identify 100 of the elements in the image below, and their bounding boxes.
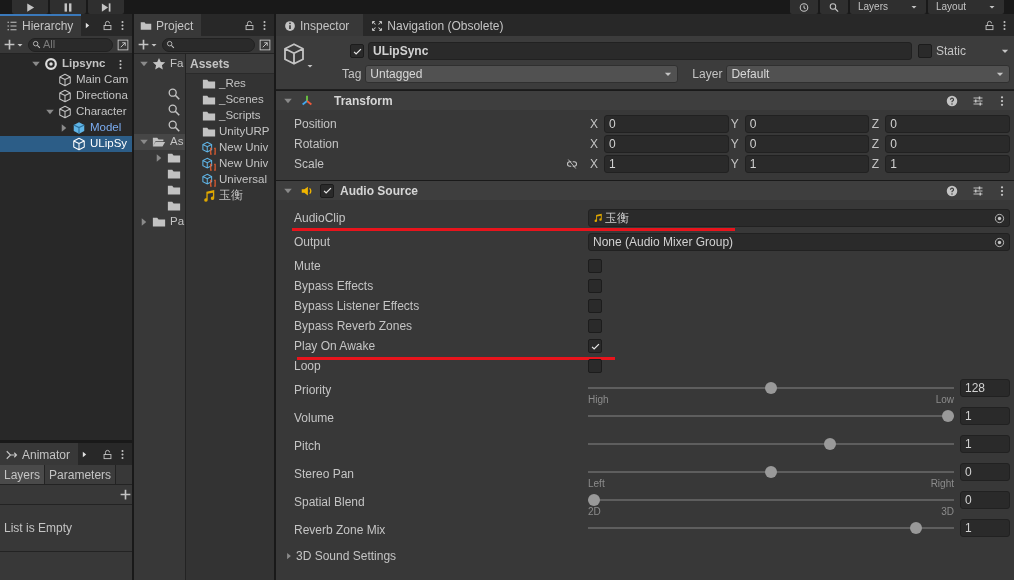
checkbox[interactable] bbox=[588, 259, 602, 273]
add-button[interactable] bbox=[3, 38, 24, 51]
settings-icon[interactable] bbox=[972, 94, 984, 107]
tree-item[interactable]: ULipSy bbox=[0, 136, 132, 152]
tree-item[interactable]: As bbox=[134, 134, 185, 150]
panel-tab[interactable]: Hierarchy bbox=[0, 14, 82, 36]
number-field[interactable]: 0 bbox=[960, 491, 1010, 509]
tab-label: Animator bbox=[22, 447, 71, 464]
layer-label: Layer bbox=[692, 66, 723, 83]
number-field[interactable]: 1 bbox=[960, 519, 1010, 537]
component-header[interactable]: Audio Source bbox=[276, 180, 1014, 200]
object-field[interactable]: None (Audio Mixer Group) bbox=[588, 233, 1010, 251]
layer-dropdown[interactable]: Default bbox=[726, 65, 1010, 83]
number-field[interactable]: 0 bbox=[885, 115, 1010, 133]
expand-icon[interactable] bbox=[117, 38, 129, 51]
history-button[interactable] bbox=[790, 0, 818, 14]
component-header[interactable]: Transform bbox=[276, 90, 1014, 110]
tree-item[interactable]: Model bbox=[0, 120, 132, 136]
slider-thumb[interactable] bbox=[765, 466, 777, 478]
play-button[interactable] bbox=[12, 0, 48, 14]
broken-link-icon[interactable] bbox=[566, 158, 578, 170]
slider-thumb[interactable] bbox=[824, 438, 837, 450]
plus-icon[interactable] bbox=[119, 488, 132, 501]
asset-item[interactable]: New Univ bbox=[186, 140, 274, 156]
number-field[interactable]: 1 bbox=[744, 155, 870, 173]
target-icon[interactable] bbox=[994, 236, 1005, 248]
static-checkbox[interactable] bbox=[918, 44, 932, 58]
target-icon[interactable] bbox=[994, 212, 1005, 224]
search-field[interactable] bbox=[162, 37, 255, 52]
history-icon bbox=[798, 1, 810, 13]
tab[interactable]: Parameters bbox=[45, 465, 117, 484]
number-field[interactable]: 0 bbox=[744, 115, 870, 133]
dropdown[interactable]: Layout bbox=[928, 0, 1004, 14]
number-field[interactable]: 1 bbox=[960, 407, 1010, 425]
axis-label: Z bbox=[870, 156, 880, 173]
lock-icon[interactable] bbox=[102, 448, 113, 460]
checkbox[interactable] bbox=[588, 359, 602, 373]
range-label: Low bbox=[935, 394, 954, 406]
object-field[interactable]: 玉衡 bbox=[588, 209, 1010, 227]
name-field[interactable]: ULipSync bbox=[368, 42, 912, 60]
panel-tab[interactable]: Inspector bbox=[276, 14, 364, 36]
object-icon[interactable] bbox=[282, 42, 306, 66]
asset-item[interactable]: _Res bbox=[186, 76, 274, 92]
pause-button[interactable] bbox=[50, 0, 86, 14]
tree-item[interactable]: Character bbox=[0, 104, 132, 120]
caret-icon[interactable] bbox=[306, 62, 314, 70]
tree-item[interactable]: Directiona bbox=[0, 88, 132, 104]
panel-tab[interactable]: Animator bbox=[0, 443, 79, 465]
tree-item[interactable]: Main Cam bbox=[0, 72, 132, 88]
number-field[interactable]: 128 bbox=[960, 379, 1010, 397]
search-field[interactable]: All bbox=[28, 37, 113, 52]
lock-icon[interactable] bbox=[984, 19, 995, 31]
foldout[interactable]: 3D Sound Settings bbox=[276, 544, 1014, 568]
property-label: Volume bbox=[294, 410, 335, 427]
slider-thumb[interactable] bbox=[909, 522, 922, 534]
panel-tab[interactable]: Project bbox=[134, 14, 202, 36]
asset-item[interactable]: 玉衡 bbox=[186, 188, 274, 204]
checkbox[interactable] bbox=[588, 279, 602, 293]
slider-thumb[interactable] bbox=[588, 494, 600, 506]
lock-icon[interactable] bbox=[244, 19, 255, 31]
number-field[interactable]: 0 bbox=[960, 463, 1010, 481]
number-field[interactable]: 0 bbox=[604, 115, 729, 133]
number-field[interactable]: 0 bbox=[885, 135, 1010, 153]
search-button[interactable] bbox=[820, 0, 848, 14]
asset-item[interactable]: UnityURP bbox=[186, 124, 274, 140]
tag-dropdown[interactable]: Untagged bbox=[365, 65, 679, 83]
number-field[interactable]: 1 bbox=[604, 155, 729, 173]
help-icon[interactable] bbox=[946, 184, 958, 197]
number-field[interactable]: 1 bbox=[885, 155, 1010, 173]
property-label: Pitch bbox=[294, 438, 321, 455]
checkbox[interactable] bbox=[588, 339, 602, 353]
number-field[interactable]: 0 bbox=[744, 135, 870, 153]
number-field[interactable]: 0 bbox=[604, 135, 729, 153]
asset-item[interactable]: _Scenes bbox=[186, 92, 274, 108]
range-label: Right bbox=[930, 478, 954, 490]
number-field[interactable]: 1 bbox=[960, 435, 1010, 453]
panel-tab[interactable]: Navigation (Obsolete) bbox=[363, 14, 518, 36]
asset-item[interactable]: _Scripts bbox=[186, 108, 274, 124]
checkbox[interactable] bbox=[588, 299, 602, 313]
tree-item[interactable]: Pa bbox=[134, 214, 185, 230]
asset-item[interactable]: Universal bbox=[186, 172, 274, 188]
checkbox[interactable] bbox=[588, 319, 602, 333]
tree-item[interactable]: Fa bbox=[134, 56, 185, 72]
dropdown[interactable]: Layers bbox=[850, 0, 926, 14]
lock-icon[interactable] bbox=[102, 19, 113, 31]
help-icon[interactable] bbox=[946, 94, 958, 107]
active-checkbox[interactable] bbox=[350, 44, 364, 58]
add-button[interactable] bbox=[137, 38, 158, 51]
axis-label: X bbox=[589, 136, 599, 153]
settings-icon[interactable] bbox=[972, 184, 984, 197]
search-icon bbox=[166, 40, 175, 49]
slider-thumb[interactable] bbox=[765, 382, 777, 394]
slider-thumb[interactable] bbox=[942, 410, 954, 422]
tab[interactable]: Layers bbox=[0, 465, 46, 484]
tree-item[interactable]: Lipsync bbox=[0, 56, 132, 72]
step-button[interactable] bbox=[88, 0, 124, 14]
enabled-checkbox[interactable] bbox=[320, 183, 334, 198]
asset-item[interactable]: New Univ bbox=[186, 156, 274, 172]
cube-icon bbox=[58, 89, 72, 103]
expand-icon[interactable] bbox=[259, 38, 271, 51]
